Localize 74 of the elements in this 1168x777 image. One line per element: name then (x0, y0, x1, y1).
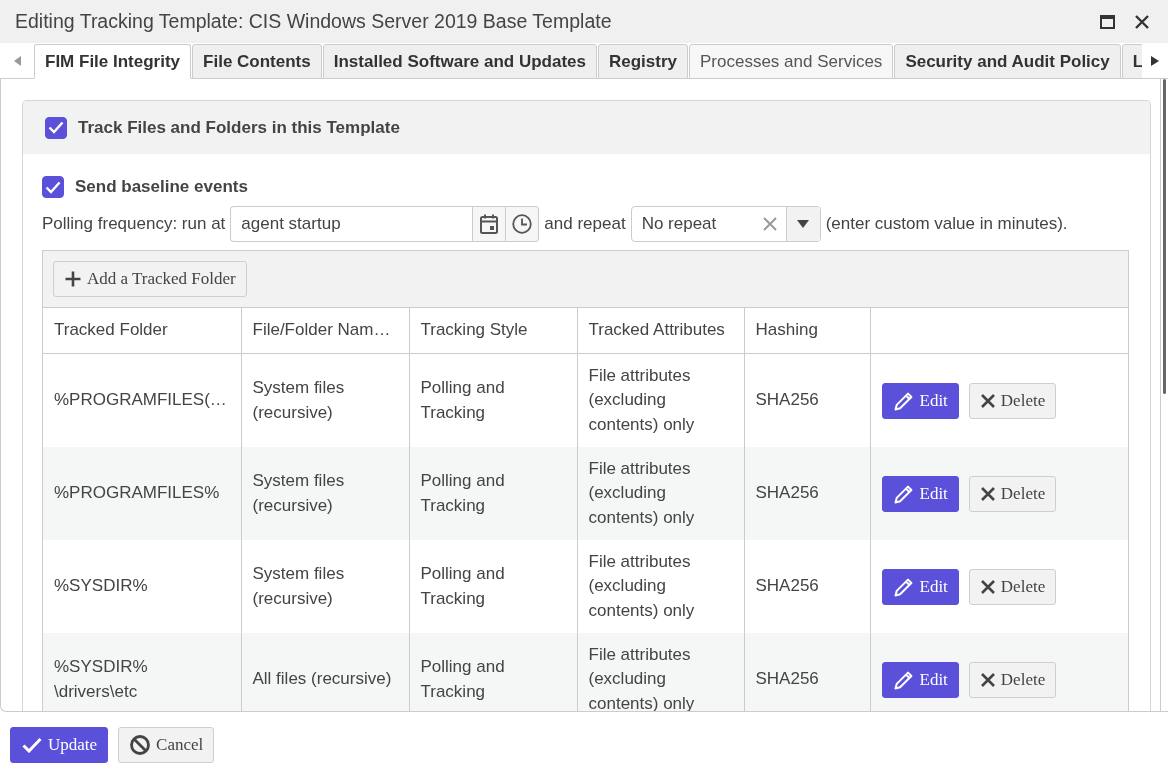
repeat-hint: (enter custom value in minutes). (825, 214, 1068, 234)
check-icon (22, 736, 42, 753)
cross-icon (980, 486, 995, 501)
edit-button[interactable]: Edit (881, 568, 959, 605)
edit-button[interactable]: Edit (881, 475, 959, 512)
table-cell: All files (recursive) (252, 669, 392, 689)
table-cell: System files (recursive) (252, 378, 345, 422)
scroll-left-icon[interactable] (13, 55, 21, 66)
prohibited-icon (130, 734, 151, 755)
edit-button[interactable]: Edit (881, 382, 959, 419)
table-cell: Polling and Tracking (420, 657, 505, 701)
table-cell: Polling and Tracking (420, 378, 505, 422)
scroll-right-icon[interactable] (1151, 55, 1159, 66)
tab[interactable]: Security and Audit Policy (894, 44, 1121, 79)
column-header: File/Folder Nam… (252, 320, 391, 340)
table-cell: File attributes (excluding contents) only (588, 458, 695, 527)
table-cell: %SYSDIR% (54, 576, 148, 596)
baseline-events-label: Send baseline events (75, 177, 248, 197)
cross-icon (980, 672, 995, 687)
delete-button[interactable]: Delete (968, 382, 1057, 419)
calendar-icon (480, 214, 499, 234)
column-header: Hashing (755, 320, 818, 340)
table-cell: SHA256 (755, 669, 819, 689)
table-cell: SHA256 (755, 483, 819, 503)
table-cell: %PROGRAMFILES(… (54, 390, 227, 410)
checkbox[interactable] (45, 116, 67, 139)
run-at-field[interactable]: agent startup (230, 206, 473, 242)
repeat-label: and repeat (544, 214, 626, 234)
table-cell: System files (recursive) (252, 564, 345, 608)
table-cell: SHA256 (755, 576, 819, 596)
tab[interactable]: FIM File Integrity (34, 44, 192, 79)
table-cell: Polling and Tracking (420, 471, 505, 515)
time-picker-button[interactable] (506, 206, 540, 242)
edit-button[interactable]: Edit (881, 661, 959, 698)
tab[interactable]: L (1121, 44, 1142, 79)
plus-icon (65, 271, 81, 287)
column-header: Tracking Style (420, 320, 528, 340)
cross-icon (980, 579, 995, 594)
add-folder-button[interactable]: Add a Tracked Folder (53, 261, 247, 297)
update-button[interactable]: Update (10, 726, 109, 763)
pencil-icon (893, 669, 914, 690)
caret-down-icon (797, 220, 810, 228)
table-cell: File attributes (excluding contents) only (588, 551, 695, 620)
maximize-icon[interactable] (1100, 14, 1115, 29)
repeat-select[interactable]: No repeat (630, 206, 821, 242)
clear-icon[interactable] (762, 217, 777, 231)
table-cell: %SYSDIR% \drivers\etc (54, 657, 148, 701)
tab[interactable]: Registry (597, 44, 688, 79)
cross-icon (980, 393, 995, 408)
pencil-icon (893, 483, 914, 504)
close-icon[interactable] (1135, 14, 1149, 29)
polling-label: Polling frequency: run at (42, 214, 226, 234)
column-header: Tracked Attributes (588, 320, 725, 340)
column-header: Tracked Folder (54, 320, 168, 340)
table-cell: %PROGRAMFILES% (54, 483, 220, 503)
track-files-label: Track Files and Folders in this Template (78, 117, 400, 138)
pencil-icon (893, 576, 914, 597)
table-cell: Polling and Tracking (420, 564, 505, 608)
table-cell: File attributes (excluding contents) only (588, 365, 695, 434)
scrollbar[interactable] (1160, 79, 1168, 711)
checkbox[interactable] (42, 176, 64, 198)
table-cell: System files (recursive) (252, 471, 345, 515)
clock-icon (512, 214, 533, 234)
table-cell: SHA256 (755, 390, 819, 410)
delete-button[interactable]: Delete (968, 568, 1057, 605)
delete-button[interactable]: Delete (968, 661, 1057, 698)
tab[interactable]: File Contents (192, 44, 322, 79)
tab[interactable]: Installed Software and Updates (322, 44, 597, 79)
window-title: Editing Tracking Template: CIS Windows Server 2019 Base Template (15, 10, 613, 33)
pencil-icon (893, 390, 914, 411)
date-picker-button[interactable] (472, 206, 507, 242)
delete-button[interactable]: Delete (968, 475, 1057, 512)
cancel-button[interactable]: Cancel (118, 726, 215, 763)
dropdown-toggle[interactable] (785, 207, 820, 241)
